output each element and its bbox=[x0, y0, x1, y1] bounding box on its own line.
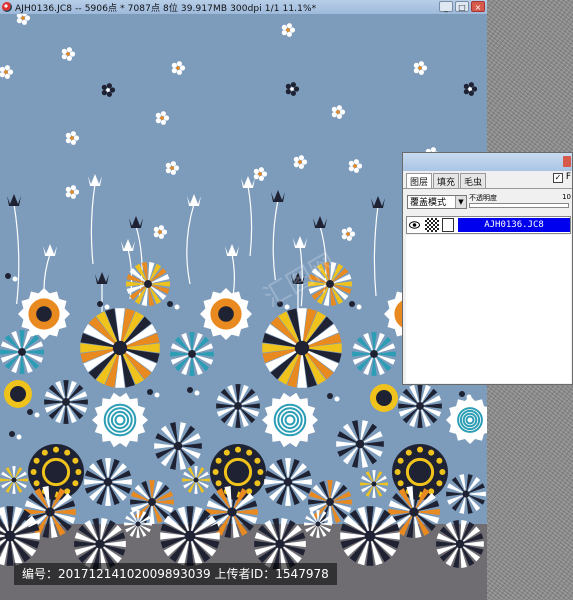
panel-tabs: 图层 填充 毛虫 bbox=[406, 173, 487, 189]
close-button[interactable]: × bbox=[471, 1, 485, 12]
image-caption: 编号：20171214102009893039 上传者ID：1547978 bbox=[14, 563, 337, 585]
panel-titlebar[interactable] bbox=[403, 153, 572, 171]
tab-fill[interactable]: 填充 bbox=[433, 173, 460, 189]
opacity-slider[interactable] bbox=[469, 203, 569, 208]
window-controls: _ □ × bbox=[439, 1, 485, 12]
eye-icon[interactable] bbox=[409, 220, 420, 230]
opacity-value: 10 bbox=[562, 193, 571, 201]
opacity-label: 不透明度 bbox=[469, 194, 497, 202]
panel-divider bbox=[403, 188, 572, 189]
layers-list-area[interactable] bbox=[406, 235, 571, 383]
layer-name[interactable]: AJH0136.JC8 bbox=[458, 218, 570, 232]
panel-close-button[interactable] bbox=[563, 156, 571, 167]
panel-corner-letter: F bbox=[565, 172, 571, 182]
blend-mode-select[interactable]: 覆盖模式 ▼ bbox=[407, 195, 467, 209]
panel-checkbox[interactable]: ✓ bbox=[553, 173, 563, 183]
minimize-button[interactable]: _ bbox=[439, 1, 453, 12]
blend-mode-value: 覆盖模式 bbox=[410, 198, 447, 208]
app-logo-icon bbox=[2, 2, 12, 12]
window-titlebar[interactable]: AJH0136.JC8 -- 5906点 * 7087点 8位 39.917MB… bbox=[0, 0, 487, 14]
layer-thumbnail[interactable] bbox=[425, 218, 439, 232]
tab-caterpillar[interactable]: 毛虫 bbox=[460, 173, 487, 189]
layers-panel[interactable]: 图层 填充 毛虫 ✓ F 覆盖模式 ▼ 不透明度 10 AJH0136.JC8 bbox=[402, 152, 573, 385]
chevron-down-icon[interactable]: ▼ bbox=[455, 196, 466, 208]
maximize-button[interactable]: □ bbox=[455, 1, 469, 12]
layer-row[interactable]: AJH0136.JC8 bbox=[406, 216, 571, 234]
window-title: AJH0136.JC8 -- 5906点 * 7087点 8位 39.917MB… bbox=[15, 3, 317, 14]
tab-layers[interactable]: 图层 bbox=[406, 173, 433, 189]
layer-mask-thumbnail[interactable] bbox=[442, 218, 454, 232]
